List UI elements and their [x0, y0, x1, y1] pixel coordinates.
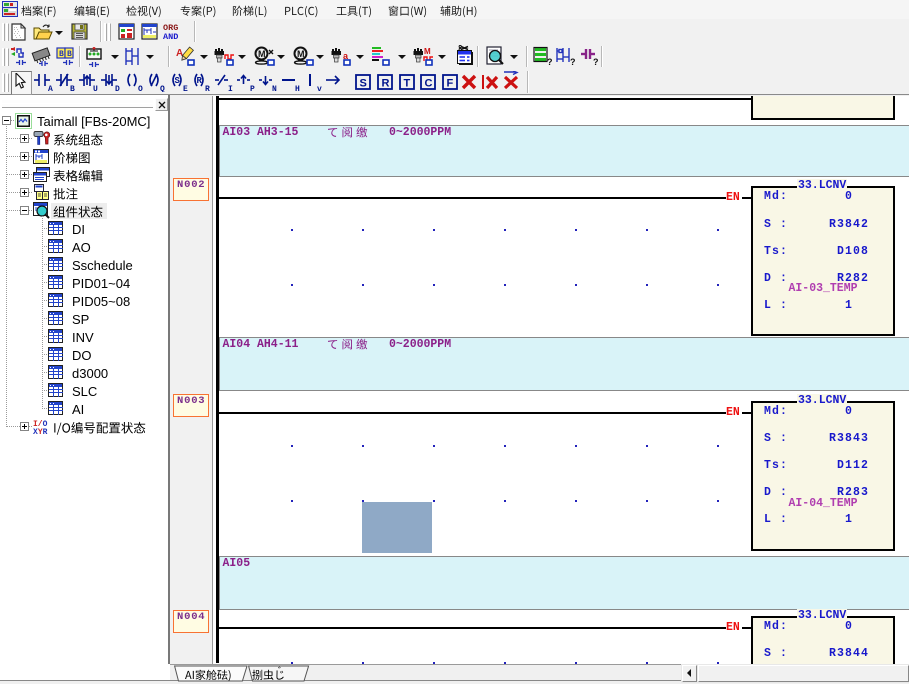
svg-text:N: N [272, 85, 277, 92]
svg-text:B: B [70, 85, 75, 92]
svg-text:I: I [228, 85, 233, 92]
svg-text:?: ? [593, 57, 599, 67]
svg-text:M: M [297, 49, 305, 59]
svg-text:R: R [205, 85, 210, 92]
svg-text:M: M [424, 47, 431, 56]
svg-text:?: ? [570, 57, 576, 67]
svg-text:Q: Q [160, 85, 165, 92]
svg-text:R: R [197, 76, 203, 86]
svg-text:B: B [67, 50, 72, 59]
svg-text:T: T [404, 78, 411, 90]
svg-text:H: H [295, 85, 300, 92]
svg-text:C: C [425, 78, 433, 90]
svg-text:XYR: XYR [33, 428, 48, 435]
svg-text:B: B [59, 50, 64, 59]
svg-text:E: E [183, 85, 188, 92]
svg-text:U: U [93, 85, 98, 92]
svg-text:P: P [250, 85, 255, 92]
svg-text:M: M [258, 49, 266, 59]
svg-text:?: ? [547, 57, 553, 67]
svg-text:v: v [317, 85, 322, 92]
svg-text:F: F [447, 78, 454, 90]
svg-text:S: S [175, 76, 181, 86]
svg-text:A: A [48, 85, 53, 92]
svg-text:O: O [138, 85, 143, 92]
svg-text:S: S [360, 78, 367, 90]
svg-text:R: R [382, 78, 390, 90]
svg-text:D: D [115, 85, 120, 92]
